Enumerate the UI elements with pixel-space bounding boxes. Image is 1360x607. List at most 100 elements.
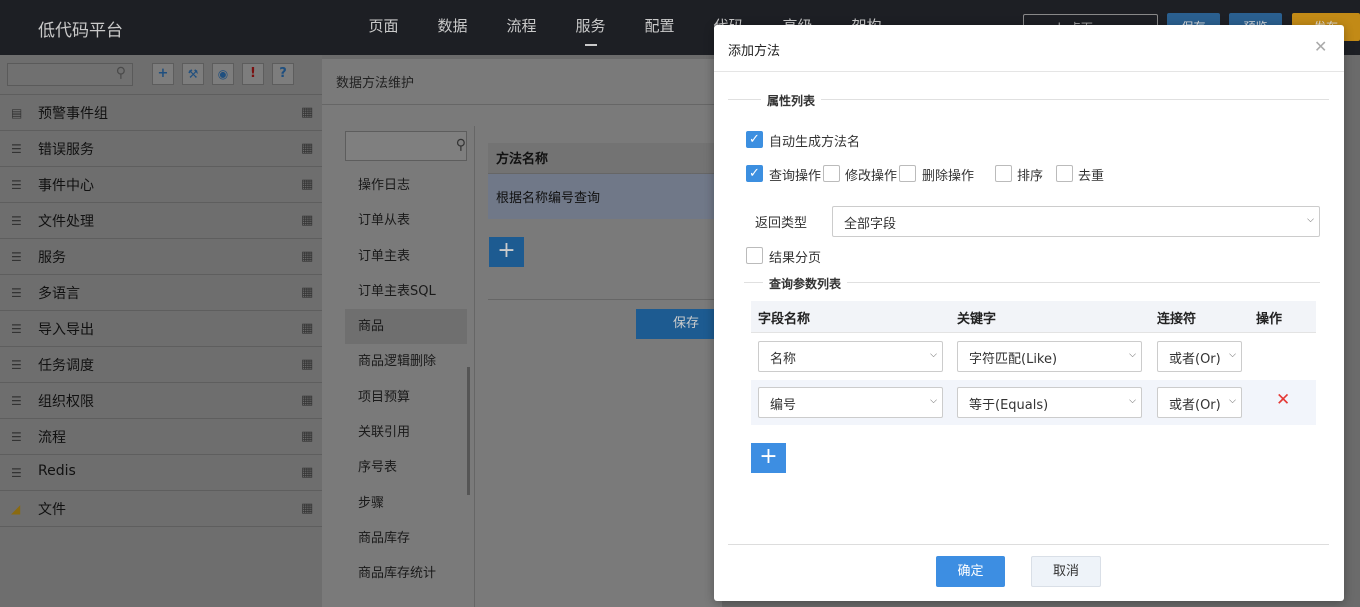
nav-page[interactable]: 页面 bbox=[349, 0, 418, 55]
divider bbox=[728, 544, 1329, 545]
list-item[interactable]: 订单从表 bbox=[345, 203, 467, 238]
delete-op-checkbox[interactable] bbox=[899, 165, 916, 182]
layers-icon: ☰ bbox=[11, 178, 22, 192]
update-op-checkbox[interactable] bbox=[823, 165, 840, 182]
list-item[interactable]: 订单主表 bbox=[345, 239, 467, 274]
list-item[interactable]: 步骤 bbox=[345, 486, 467, 521]
grid-icon[interactable]: ▦ bbox=[301, 285, 313, 300]
distinct-checkbox[interactable] bbox=[1056, 165, 1073, 182]
add-icon[interactable]: + bbox=[152, 63, 174, 85]
grid-icon[interactable]: ▦ bbox=[301, 501, 313, 516]
grid-icon[interactable]: ▦ bbox=[301, 357, 313, 372]
sidebar-item-label: 事件中心 bbox=[38, 178, 94, 194]
table-search-input[interactable]: ⚲ bbox=[345, 131, 467, 161]
keyword-value: 等于(Equals) bbox=[969, 398, 1049, 413]
list-item[interactable]: 操作日志 bbox=[345, 168, 467, 203]
query-op-checkbox[interactable]: ✓ bbox=[746, 165, 763, 182]
sidebar-item-label: Redis bbox=[38, 463, 76, 479]
grid-icon[interactable]: ▦ bbox=[301, 141, 313, 156]
chevron-down-icon: ⌵ bbox=[1307, 215, 1314, 225]
layers-icon: ☰ bbox=[11, 358, 22, 372]
auto-name-checkbox[interactable]: ✓ bbox=[746, 131, 763, 148]
nav-service[interactable]: 服务 bbox=[556, 0, 625, 55]
sort-checkbox[interactable] bbox=[995, 165, 1012, 182]
nav-config[interactable]: 配置 bbox=[625, 0, 694, 55]
nav-flow[interactable]: 流程 bbox=[487, 0, 556, 55]
connector-select[interactable]: 或者(Or) ⌵ bbox=[1157, 387, 1242, 418]
layers-icon: ☰ bbox=[11, 322, 22, 336]
list-scrollbar[interactable] bbox=[467, 367, 470, 495]
grid-icon[interactable]: ▦ bbox=[301, 393, 313, 408]
list-item-selected[interactable]: 商品 bbox=[345, 309, 467, 345]
circle-icon[interactable]: ◉ bbox=[212, 63, 234, 85]
list-item[interactable]: 关联引用 bbox=[345, 415, 467, 450]
sidebar-item[interactable]: ☰ 多语言 ▦ bbox=[0, 275, 322, 311]
grid-icon[interactable]: ▦ bbox=[301, 465, 313, 480]
confirm-button[interactable]: 确定 bbox=[936, 556, 1005, 587]
alert-icon[interactable]: ! bbox=[242, 63, 264, 85]
chevron-down-icon: ⌵ bbox=[1129, 396, 1136, 406]
return-type-value: 全部字段 bbox=[844, 217, 897, 232]
sidebar-item-label: 任务调度 bbox=[38, 358, 94, 374]
grid-icon[interactable]: ▦ bbox=[301, 429, 313, 444]
delete-icon[interactable]: ✕ bbox=[1276, 390, 1290, 410]
col-field-name: 字段名称 bbox=[758, 312, 811, 327]
layers-icon: ☰ bbox=[11, 466, 22, 480]
delete-op-label: 删除操作 bbox=[922, 169, 975, 184]
close-icon[interactable]: ✕ bbox=[1314, 37, 1327, 56]
help-icon[interactable]: ? bbox=[272, 63, 294, 85]
list-item[interactable]: 订单主表SQL bbox=[345, 274, 467, 309]
sidebar-item[interactable]: ☰ 事件中心 ▦ bbox=[0, 167, 322, 203]
sidebar-item[interactable]: ☰ 服务 ▦ bbox=[0, 239, 322, 275]
grid-icon[interactable]: ▦ bbox=[301, 249, 313, 264]
grid-icon[interactable]: ▦ bbox=[301, 177, 313, 192]
sidebar: ⚲ + ⚒ ◉ ! ? ▤ 预警事件组 ▦ ☰ 错误服务 ▦ ☰ 事件中心 ▦ ☰ 文件处理 ▦… bbox=[0, 55, 322, 607]
field-select[interactable]: 名称 ⌵ bbox=[758, 341, 943, 372]
field-value: 名称 bbox=[770, 352, 797, 367]
add-param-button[interactable]: + bbox=[751, 443, 786, 473]
list-item[interactable]: 商品库存统计 bbox=[345, 556, 467, 591]
list-item[interactable]: 项目预算 bbox=[345, 380, 467, 415]
data-method-dialog-title: 数据方法维护 bbox=[336, 76, 415, 91]
list-item[interactable]: 序号表 bbox=[345, 450, 467, 485]
wrench-icon[interactable]: ⚒ bbox=[182, 63, 204, 85]
sidebar-item[interactable]: ▤ 预警事件组 ▦ bbox=[0, 95, 322, 131]
grid-icon[interactable]: ▦ bbox=[301, 321, 313, 336]
table-row[interactable]: 根据名称编号查询 bbox=[488, 174, 728, 219]
search-icon: ⚲ bbox=[455, 137, 466, 153]
list-item[interactable]: 商品库存 bbox=[345, 521, 467, 556]
grid-icon[interactable]: ▦ bbox=[301, 213, 313, 228]
sidebar-item-label: 组织权限 bbox=[38, 394, 94, 410]
sidebar-item-label: 多语言 bbox=[38, 286, 80, 302]
search-icon: ⚲ bbox=[115, 65, 126, 81]
sidebar-search-input[interactable]: ⚲ bbox=[7, 63, 133, 86]
folder-icon: ◢ bbox=[11, 502, 21, 516]
sidebar-item-label: 服务 bbox=[38, 250, 66, 266]
sort-label: 排序 bbox=[1017, 169, 1044, 184]
col-connector: 连接符 bbox=[1157, 312, 1197, 327]
field-value: 编号 bbox=[770, 398, 797, 413]
field-select[interactable]: 编号 ⌵ bbox=[758, 387, 943, 418]
keyword-select[interactable]: 字符匹配(Like) ⌵ bbox=[957, 341, 1142, 372]
cancel-button[interactable]: 取消 bbox=[1031, 556, 1101, 587]
add-method-button[interactable]: + bbox=[489, 237, 524, 267]
sidebar-item[interactable]: ☰ 导入导出 ▦ bbox=[0, 311, 322, 347]
sidebar-item[interactable]: ☰ 组织权限 ▦ bbox=[0, 383, 322, 419]
sidebar-item[interactable]: ☰ 文件处理 ▦ bbox=[0, 203, 322, 239]
nav-data[interactable]: 数据 bbox=[418, 0, 487, 55]
paging-checkbox[interactable] bbox=[746, 247, 763, 264]
keyword-select[interactable]: 等于(Equals) ⌵ bbox=[957, 387, 1142, 418]
modal-title: 添加方法 bbox=[728, 44, 781, 59]
return-type-select[interactable]: 全部字段 ⌵ bbox=[832, 206, 1320, 237]
connector-select[interactable]: 或者(Or) ⌵ bbox=[1157, 341, 1242, 372]
sidebar-item[interactable]: ☰ 错误服务 ▦ bbox=[0, 131, 322, 167]
sidebar-item-label: 预警事件组 bbox=[38, 106, 108, 122]
list-item[interactable]: 商品逻辑删除 bbox=[345, 344, 467, 379]
attr-section-title: 属性列表 bbox=[761, 92, 822, 109]
sidebar-item[interactable]: ◢ 文件 ▦ bbox=[0, 491, 322, 527]
sidebar-item[interactable]: ☰ 任务调度 ▦ bbox=[0, 347, 322, 383]
sidebar-item[interactable]: ☰ 流程 ▦ bbox=[0, 419, 322, 455]
grid-icon[interactable]: ▦ bbox=[301, 105, 313, 120]
update-op-label: 修改操作 bbox=[845, 169, 898, 184]
sidebar-item[interactable]: ☰ Redis ▦ bbox=[0, 455, 322, 491]
